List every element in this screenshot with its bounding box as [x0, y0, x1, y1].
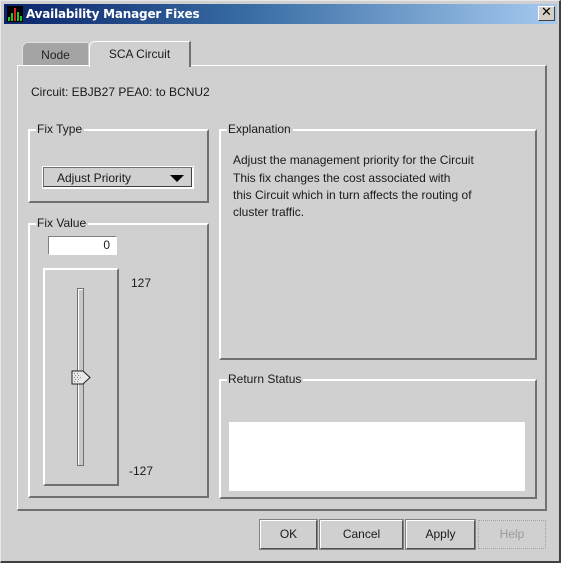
explanation-title: Explanation: [227, 122, 293, 136]
fix-value-slider-thumb[interactable]: [71, 370, 91, 385]
explanation-line: cluster traffic.: [233, 205, 305, 219]
fix-value-title: Fix Value: [36, 216, 89, 230]
circuit-label: Circuit: EBJB27 PEA0: to BCNU2: [31, 85, 210, 99]
ok-button[interactable]: OK: [259, 519, 318, 550]
window-title: Availability Manager Fixes: [26, 7, 200, 21]
cancel-button[interactable]: Cancel: [319, 519, 404, 550]
explanation-line: Adjust the management priority for the C…: [233, 153, 474, 167]
close-icon: ✕: [541, 5, 552, 20]
chevron-down-icon: [170, 175, 184, 182]
apply-button[interactable]: Apply: [405, 519, 476, 550]
dialog-window: Availability Manager Fixes ✕ Node SCA Ci…: [0, 0, 561, 563]
explanation-line: this Circuit which in turn affects the r…: [233, 188, 472, 202]
tab-node[interactable]: Node: [22, 42, 88, 66]
close-button[interactable]: ✕: [538, 6, 555, 21]
explanation-line: This fix changes the cost associated wit…: [233, 171, 451, 185]
return-status-text: [229, 422, 525, 491]
return-status-title: Return Status: [227, 372, 304, 386]
fix-value-input[interactable]: 0: [48, 236, 117, 255]
slider-max-label: 127: [131, 276, 152, 290]
fix-type-group: Fix Type: [28, 122, 209, 203]
fix-type-selected: Adjust Priority: [57, 171, 132, 185]
slider-min-label: -127: [129, 464, 154, 478]
tab-sca-circuit[interactable]: SCA Circuit: [89, 41, 191, 67]
help-button: Help: [478, 520, 546, 549]
fix-type-title: Fix Type: [36, 122, 85, 136]
title-bar[interactable]: Availability Manager Fixes ✕: [4, 4, 557, 24]
app-bar-chart-icon: [7, 6, 23, 22]
fix-type-dropdown[interactable]: Adjust Priority: [42, 166, 194, 189]
